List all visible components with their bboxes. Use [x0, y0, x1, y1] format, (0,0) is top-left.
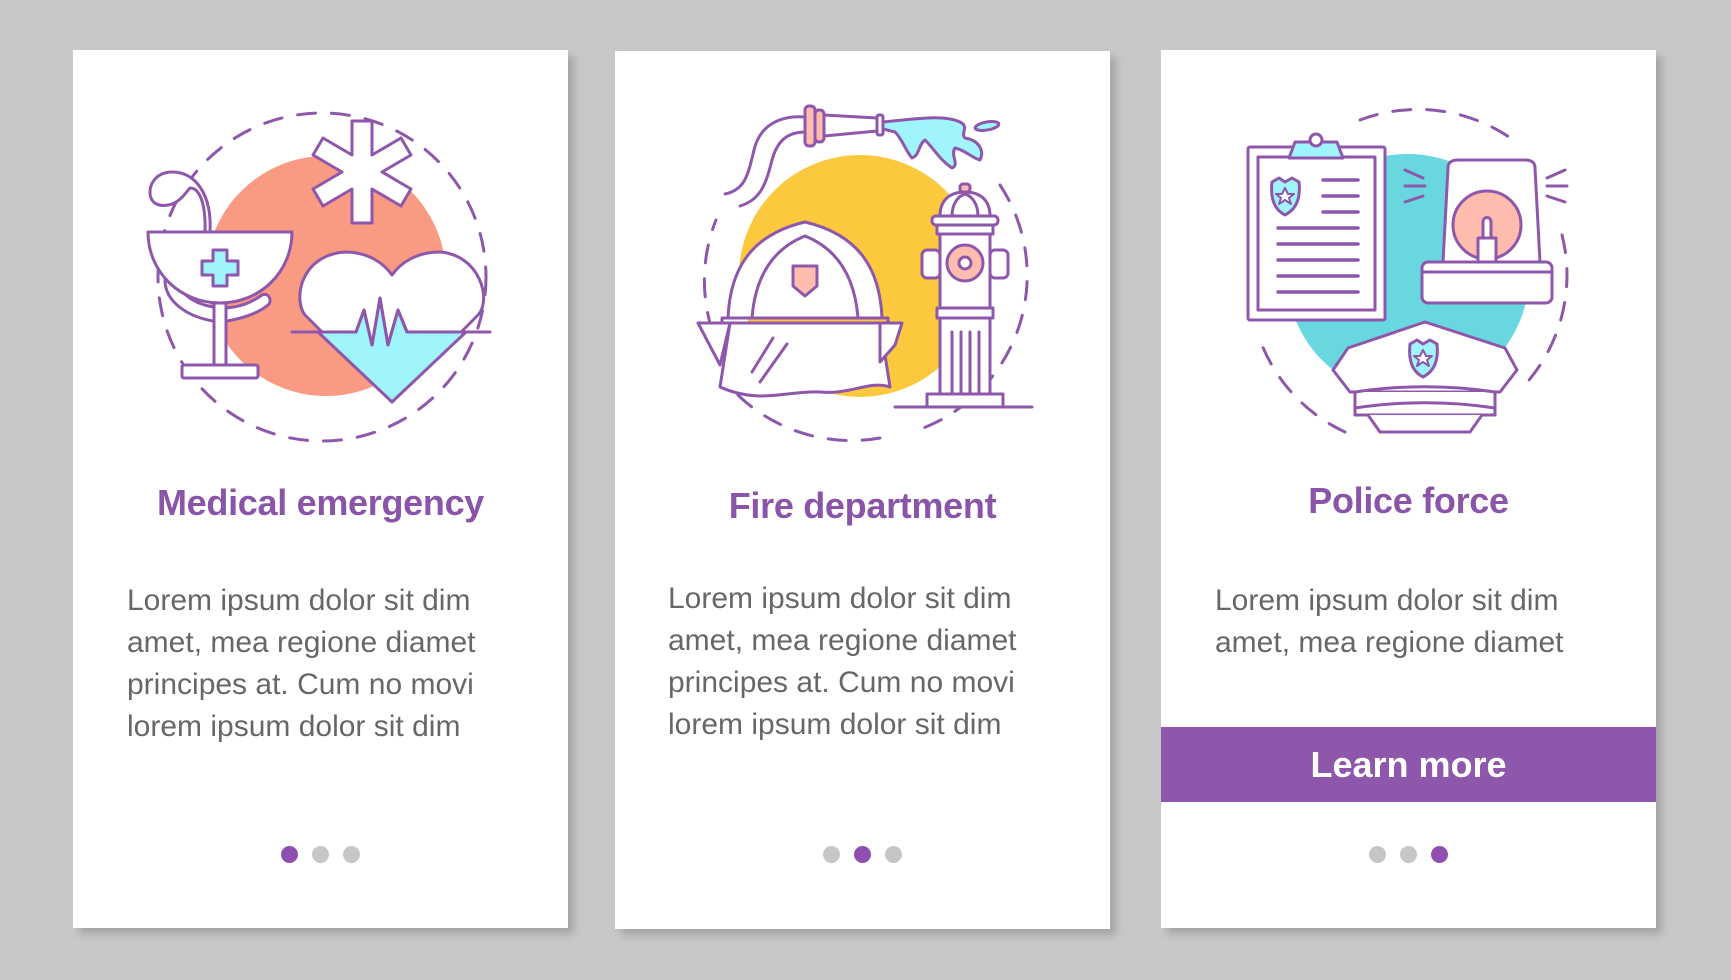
description-line: amet, mea regione diamet [127, 626, 476, 659]
page-dot-3[interactable] [343, 846, 360, 863]
card-title: Fire department [728, 485, 997, 526]
description-line: amet, mea regione diamet [1215, 626, 1564, 659]
card-title: Police force [1308, 480, 1509, 521]
description-line: Lorem ipsum dolor sit dim [127, 584, 471, 617]
page-dot-2[interactable] [312, 846, 329, 863]
clipboard-report-icon [1246, 132, 1387, 322]
card-description: Lorem ipsum dolor sit dim amet, mea regi… [127, 580, 528, 748]
description-line: amet, mea regione diamet [668, 624, 1017, 657]
page-dot-1[interactable] [823, 846, 840, 863]
pagination-dots [73, 846, 568, 863]
page-dot-1[interactable] [1369, 846, 1386, 863]
page-dot-1-active[interactable] [281, 846, 298, 863]
card-description: Lorem ipsum dolor sit dim amet, mea regi… [668, 578, 1070, 746]
medical-emergency-illustration [146, 111, 492, 443]
description-line: principes at. Cum no movi [127, 668, 474, 701]
onboarding-card-medical: Medical emergency Lorem ipsum dolor sit … [73, 50, 568, 928]
onboarding-card-police: Police force Lorem ipsum dolor sit dim a… [1161, 50, 1656, 928]
learn-more-button[interactable]: Learn more [1161, 727, 1656, 802]
police-force-illustration [1246, 107, 1569, 434]
pagination-dots [1161, 846, 1656, 863]
page-dot-2[interactable] [1400, 846, 1417, 863]
card-title: Medical emergency [156, 482, 485, 523]
description-line: principes at. Cum no movi [668, 666, 1015, 699]
pagination-dots [615, 846, 1110, 863]
page-dot-2-active[interactable] [854, 846, 871, 863]
page-dot-3-active[interactable] [1431, 846, 1448, 863]
card-description: Lorem ipsum dolor sit dim amet, mea regi… [1215, 580, 1616, 664]
description-line: Lorem ipsum dolor sit dim [1215, 584, 1559, 617]
description-line: Lorem ipsum dolor sit dim [668, 582, 1012, 615]
description-line: lorem ipsum dolor sit dim [668, 708, 1002, 741]
description-line: lorem ipsum dolor sit dim [127, 710, 461, 743]
fire-department-illustration [696, 104, 1034, 443]
page-dot-3[interactable] [885, 846, 902, 863]
onboarding-card-fire: Fire department Lorem ipsum dolor sit di… [615, 51, 1110, 929]
